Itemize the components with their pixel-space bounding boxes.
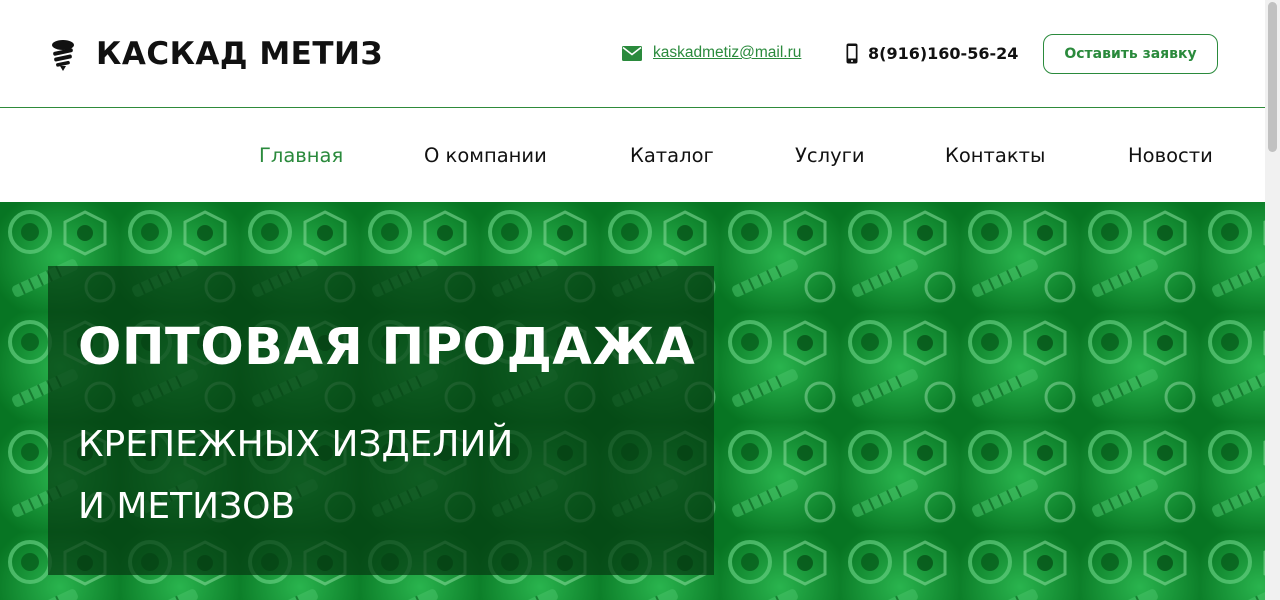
scrollbar-thumb[interactable] <box>1268 2 1277 152</box>
hero-title: ОПТОВАЯ ПРОДАЖА <box>78 318 696 377</box>
request-button[interactable]: Оставить заявку <box>1043 34 1218 74</box>
nav-item-about[interactable]: О компании <box>424 144 547 167</box>
hero-subtitle-line1: КРЕПЕЖНЫХ ИЗДЕЛИЙ <box>78 424 514 465</box>
hero-text-panel: ОПТОВАЯ ПРОДАЖА КРЕПЕЖНЫХ ИЗДЕЛИЙ И МЕТИ… <box>48 266 714 575</box>
logo-text: КАСКАД МЕТИЗ <box>96 36 383 72</box>
screw-icon <box>52 40 74 71</box>
nav-item-catalog[interactable]: Каталог <box>630 144 714 167</box>
hero-banner: ОПТОВАЯ ПРОДАЖА КРЕПЕЖНЫХ ИЗДЕЛИЙ И МЕТИ… <box>0 202 1265 600</box>
nav-item-home[interactable]: Главная <box>259 144 343 167</box>
envelope-icon <box>622 45 642 61</box>
contact-phone: 8(916)160-56-24 <box>846 43 1018 64</box>
site-header: КАСКАД МЕТИЗ kaskadmetiz@mail.ru 8(916)1… <box>0 0 1265 108</box>
nav-item-services[interactable]: Услуги <box>795 144 865 167</box>
main-nav: Главная О компании Каталог Услуги Контак… <box>0 108 1265 202</box>
phone-number[interactable]: 8(916)160-56-24 <box>868 44 1018 63</box>
logo[interactable]: КАСКАД МЕТИЗ <box>46 36 383 72</box>
contact-email: kaskadmetiz@mail.ru <box>622 44 801 62</box>
mobile-phone-icon <box>846 43 858 64</box>
nav-item-contacts[interactable]: Контакты <box>945 144 1045 167</box>
page-scrollbar[interactable] <box>1265 0 1280 600</box>
email-link[interactable]: kaskadmetiz@mail.ru <box>653 44 801 62</box>
nav-item-news[interactable]: Новости <box>1128 144 1213 167</box>
hero-subtitle-line2: И МЕТИЗОВ <box>78 486 296 527</box>
